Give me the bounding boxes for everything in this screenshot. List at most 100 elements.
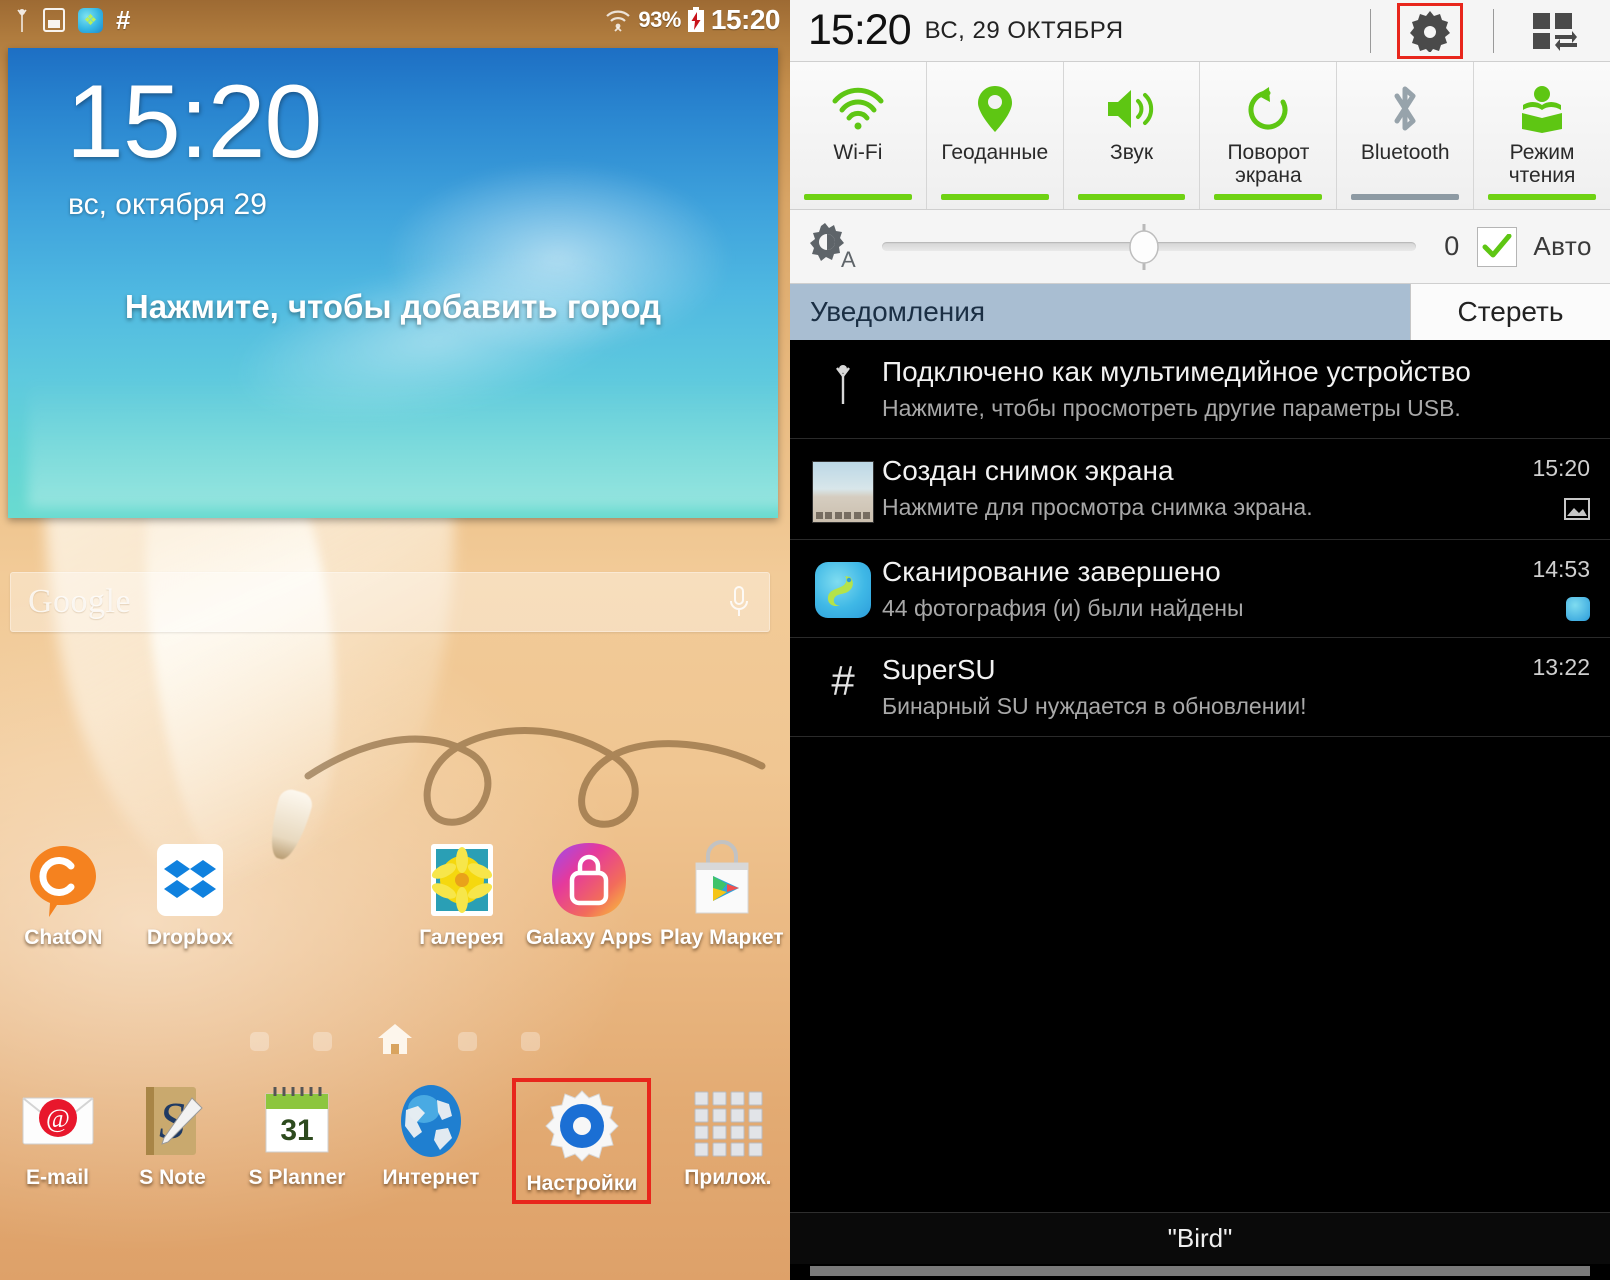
notification-subtitle: Бинарный SU нуждается в обновлении! (882, 693, 1307, 720)
home-screen: ❖ # 93% 15:20 15:20 вс, октября 29 Нажми… (0, 0, 790, 1280)
brightness-value: 0 (1444, 231, 1460, 261)
notification-item[interactable]: # SuperSU Бинарный SU нуждается в обновл… (790, 638, 1610, 737)
toggle-label: Bluetooth (1360, 141, 1450, 164)
panel-top-section: 15:20 ВС, 29 ОКТЯБРЯ Wi-Fi Геоданные Зву… (790, 0, 1610, 340)
toggle-sound[interactable]: Звук (1063, 62, 1201, 209)
gallery-scan-badge-icon (1490, 596, 1590, 621)
wifi-icon (830, 78, 886, 140)
quick-settings-grid-button[interactable] (1524, 6, 1584, 56)
notification-title: Сканирование завершено (882, 555, 1221, 587)
app-dropbox[interactable]: Dropbox (127, 840, 254, 950)
app-play-market[interactable]: Play Маркет (654, 840, 790, 950)
status-icons-right: 93% 15:20 (604, 4, 781, 36)
screenshot-preview-image (812, 460, 874, 523)
toggle-state-bar (1077, 194, 1186, 200)
page-dot[interactable] (458, 1032, 477, 1051)
rotate-icon (1243, 78, 1293, 140)
notification-item[interactable]: Подключено как мультимедийное устройство… (790, 340, 1610, 439)
toggle-location[interactable]: Геоданные (926, 62, 1064, 209)
svg-text:A: A (841, 247, 856, 269)
dock-item-s-note[interactable]: S S Note (134, 1082, 212, 1190)
page-dot[interactable] (250, 1032, 269, 1051)
settings-button[interactable] (1397, 2, 1463, 59)
status-clock: 15:20 (710, 4, 781, 35)
app-galaxy-apps[interactable]: Galaxy Apps (525, 840, 654, 950)
toggle-label: Режим чтения (1508, 141, 1576, 187)
quick-settings-grid-icon (1533, 12, 1577, 51)
battery-charging-icon (687, 7, 704, 32)
brightness-row: A 0 Авто (790, 210, 1610, 284)
dock-item-settings[interactable]: Настройки (512, 1078, 652, 1204)
page-dot[interactable] (521, 1032, 540, 1051)
location-pin-icon (975, 78, 1015, 140)
dock-item-s-planner[interactable]: 31 S Planner (248, 1082, 346, 1190)
notification-meta: 15:20 (1480, 455, 1590, 520)
toggle-screen-rotation[interactable]: Поворот экрана (1200, 62, 1338, 209)
app-gallery[interactable]: Галерея (398, 840, 525, 950)
dropbox-icon (150, 840, 230, 920)
notification-time: 14:53 (1532, 555, 1590, 582)
toggle-state-bar (1214, 194, 1323, 200)
dock-item-apps[interactable]: Прилож. (684, 1082, 771, 1190)
search-placeholder: Google (28, 583, 132, 620)
house-icon[interactable] (376, 1022, 414, 1061)
settings-gear-icon (543, 1088, 621, 1166)
toggle-reading-mode[interactable]: Режим чтения (1474, 62, 1610, 209)
notifications-header: Уведомления Стереть (790, 284, 1610, 340)
dock-label: Настройки (526, 1172, 638, 1195)
dock-item-internet[interactable]: Интернет (382, 1082, 479, 1190)
auto-brightness-label: Авто (1533, 231, 1592, 261)
checkmark-icon (1482, 233, 1512, 257)
page-dot[interactable] (313, 1032, 332, 1051)
volume-icon (1104, 78, 1160, 140)
app-label: ChatON (24, 926, 103, 949)
dock-label: S Planner (248, 1166, 346, 1189)
widget-date: вс, октября 29 (68, 188, 267, 221)
galaxy-apps-icon (549, 840, 629, 920)
notification-title: SuperSU (882, 654, 996, 686)
supersu-hash-icon: # (116, 5, 131, 35)
notification-text: SuperSU Бинарный SU нуждается в обновлен… (878, 654, 1480, 720)
wifi-icon (606, 10, 631, 32)
panel-footer: "Bird" (790, 1212, 1610, 1280)
widget-time: 15:20 (66, 64, 322, 180)
panel-header: 15:20 ВС, 29 ОКТЯБРЯ (790, 0, 1610, 62)
toggle-wifi[interactable]: Wi-Fi (790, 62, 927, 209)
dock-item-email[interactable]: @ E-mail (19, 1082, 97, 1190)
toggle-label: Звук (1110, 141, 1154, 164)
microphone-icon[interactable] (726, 584, 752, 620)
notification-item[interactable]: Сканирование завершено 44 фотография (и)… (790, 540, 1610, 639)
google-search-bar[interactable]: Google (10, 572, 770, 632)
toggle-state-bar (1488, 194, 1596, 200)
app-label: Play Маркет (660, 926, 784, 949)
panel-date: ВС, 29 ОКТЯБРЯ (924, 16, 1124, 44)
toggle-bluetooth[interactable]: Bluetooth (1337, 62, 1475, 209)
notification-meta: 14:53 (1480, 556, 1590, 621)
panel-scrollbar[interactable] (790, 1264, 1610, 1280)
notification-time: 13:22 (1532, 654, 1590, 681)
panel-clock: 15:20 (808, 6, 912, 54)
notification-item[interactable]: Создан снимок экрана Нажмите для просмот… (790, 439, 1610, 540)
notification-title: Создан снимок экрана (882, 454, 1174, 486)
supersu-hash-icon: # (831, 657, 855, 705)
thumbnail-dock-dots (816, 511, 870, 519)
gallery-scan-app-icon (815, 561, 871, 618)
auto-brightness-checkbox[interactable] (1477, 226, 1518, 267)
status-bar: ❖ # 93% 15:20 (0, 0, 790, 40)
dock-label: Интернет (382, 1166, 480, 1189)
chaton-icon (23, 840, 103, 920)
toggle-state-bar (804, 194, 912, 200)
dock-label: S Note (139, 1166, 206, 1189)
home-app-row: ChatON Dropbox Галерея Galaxy Apps Play … (0, 840, 790, 950)
widget-add-city-prompt[interactable]: Нажмите, чтобы добавить город (8, 288, 778, 326)
panel-scrollbar-thumb[interactable] (810, 1266, 1590, 1276)
clear-notifications-button[interactable]: Стереть (1410, 284, 1610, 340)
gallery-scan-icon: ❖ (78, 7, 103, 33)
notifications-title: Уведомления (810, 296, 986, 327)
dock-label: Прилож. (684, 1166, 772, 1189)
brightness-slider-thumb[interactable] (1127, 223, 1161, 270)
calendar-icon: 31 (258, 1082, 336, 1160)
brightness-slider[interactable] (882, 223, 1417, 270)
app-chaton[interactable]: ChatON (0, 840, 127, 950)
clock-weather-widget[interactable]: 15:20 вс, октября 29 Нажмите, чтобы доба… (8, 48, 778, 518)
